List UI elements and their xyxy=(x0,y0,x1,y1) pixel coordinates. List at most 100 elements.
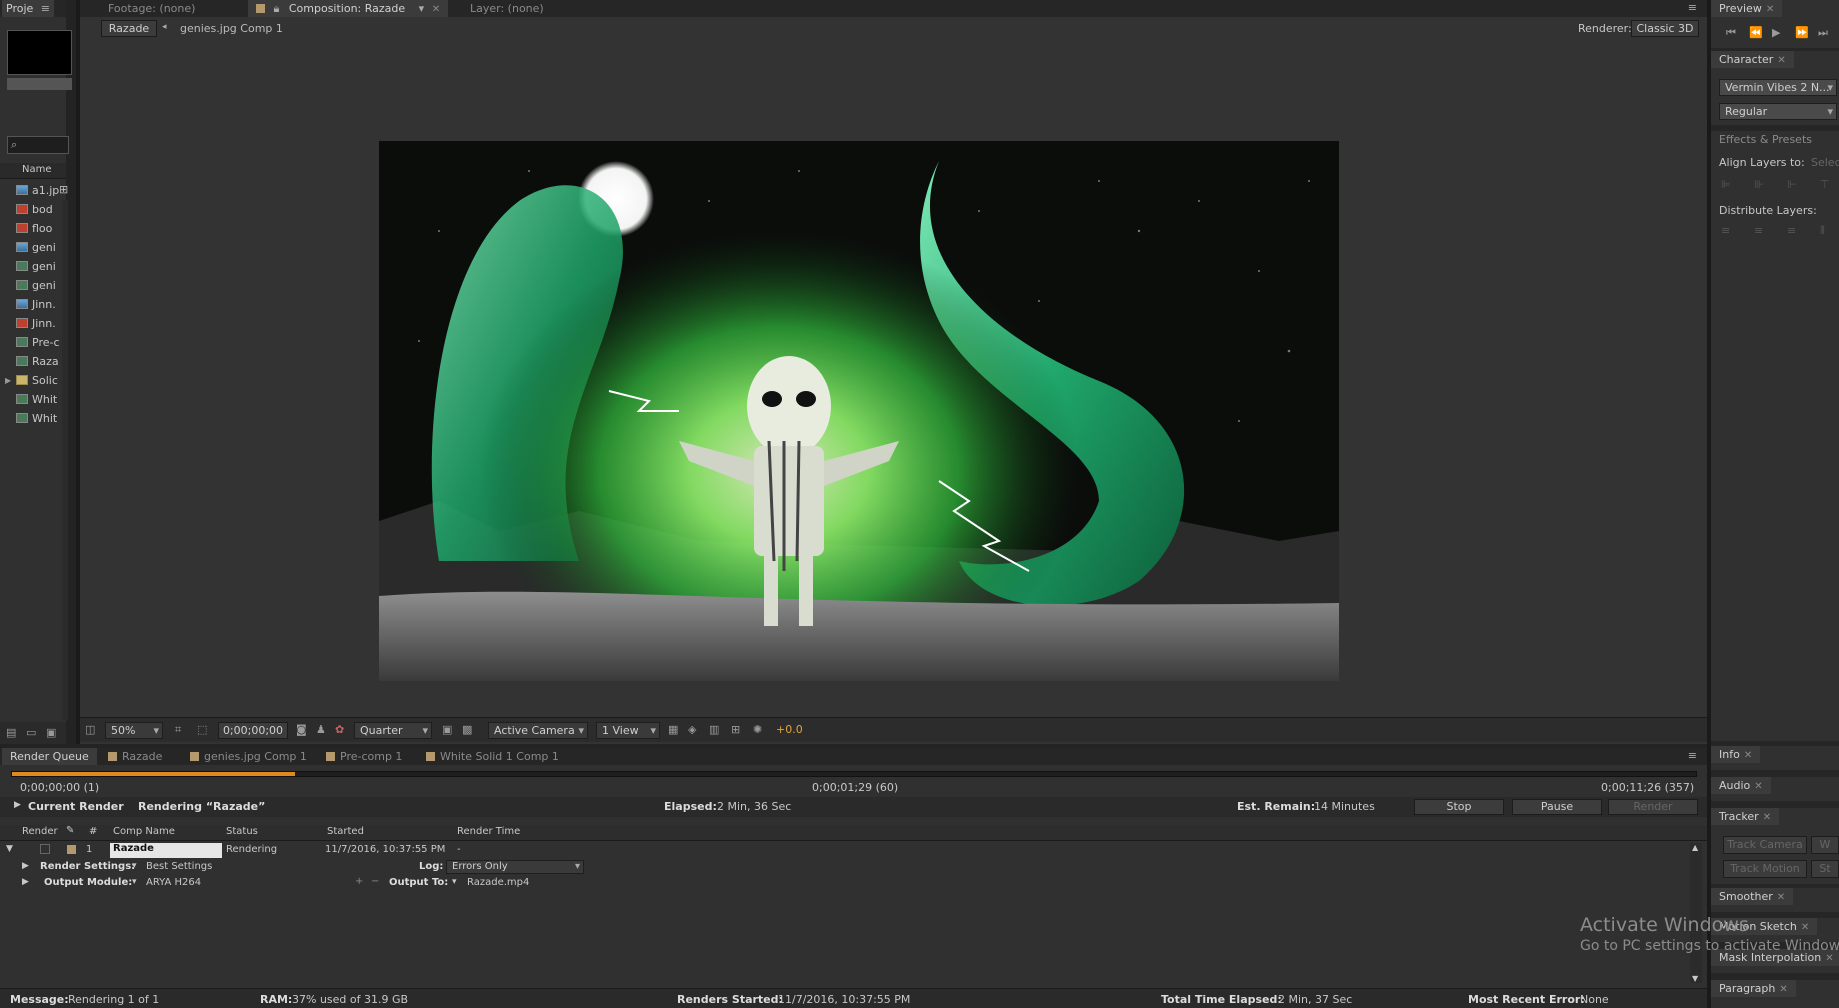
new-composition-icon[interactable]: ▣ xyxy=(46,726,56,739)
close-icon[interactable]: ✕ xyxy=(1777,55,1785,66)
col-number[interactable]: # xyxy=(89,826,97,837)
exposure-value[interactable]: +0.0 xyxy=(776,723,803,736)
flowchart-icon[interactable]: ⊞ xyxy=(731,723,740,736)
tab-preview[interactable]: Preview ✕ xyxy=(1711,0,1783,17)
project-list-item[interactable]: Whit xyxy=(16,411,57,427)
align-top-icon[interactable]: ⊤ xyxy=(1820,178,1830,191)
color-channels-icon[interactable]: ✿ xyxy=(335,723,344,736)
reset-exposure-icon[interactable]: ✺ xyxy=(753,723,762,736)
align-target-dropdown[interactable]: Selec xyxy=(1811,156,1839,169)
project-scrollbar[interactable] xyxy=(62,200,68,720)
col-started[interactable]: Started xyxy=(327,826,364,837)
col-status[interactable]: Status xyxy=(226,826,258,837)
new-folder-icon[interactable]: ▭ xyxy=(26,726,36,739)
tab-character[interactable]: Character ✕ xyxy=(1711,51,1794,68)
project-list-item[interactable]: Jinn. xyxy=(16,316,56,332)
renderer-button[interactable]: Classic 3D xyxy=(1631,20,1699,37)
expand-triangle-icon[interactable]: ▶ xyxy=(5,373,11,389)
close-icon[interactable]: ✕ xyxy=(1766,4,1774,15)
output-to-value[interactable]: Razade.mp4 xyxy=(467,877,529,888)
safe-zones-icon[interactable]: ⌗ xyxy=(175,723,181,737)
tab-timeline-genies[interactable]: genies.jpg Comp 1 xyxy=(182,748,315,765)
resolution-dropdown[interactable]: Quarter xyxy=(354,722,432,739)
close-icon[interactable]: ✕ xyxy=(1777,892,1785,903)
stop-button[interactable]: Stop xyxy=(1414,799,1504,815)
chevron-down-icon[interactable]: ▾ xyxy=(132,877,137,887)
font-family-dropdown[interactable]: Vermin Vibes 2 N... xyxy=(1719,79,1837,96)
project-list-item[interactable]: geni xyxy=(16,278,56,294)
item-comp-name[interactable]: Razade xyxy=(110,843,222,858)
panel-menu-icon[interactable]: ≡ xyxy=(1688,1,1697,14)
expand-triangle-icon[interactable]: ▶ xyxy=(14,800,21,810)
panel-menu-icon[interactable]: ≡ xyxy=(1688,749,1697,762)
tab-layer[interactable]: Layer: (none) xyxy=(462,0,552,17)
align-right-icon[interactable]: ⊩ xyxy=(1787,178,1797,191)
track-motion-button[interactable]: Track Motion xyxy=(1723,860,1807,878)
add-output-module-icon[interactable]: + xyxy=(355,876,363,887)
tab-audio[interactable]: Audio ✕ xyxy=(1711,777,1771,794)
track-camera-button[interactable]: Track Camera xyxy=(1723,836,1807,854)
timecode-field[interactable]: 0;00;00;00 xyxy=(218,722,288,739)
close-icon[interactable]: ✕ xyxy=(1779,984,1787,995)
region-of-interest-icon[interactable]: ▣ xyxy=(442,723,452,736)
close-icon[interactable]: ✕ xyxy=(1754,781,1762,792)
close-icon[interactable]: ✕ xyxy=(432,4,440,15)
tab-timeline-precomp[interactable]: Pre-comp 1 xyxy=(318,748,410,765)
show-snapshot-icon[interactable]: ♟ xyxy=(316,723,326,736)
always-preview-icon[interactable]: ◫ xyxy=(85,723,95,736)
tab-render-queue[interactable]: Render Queue xyxy=(2,748,97,765)
snapshot-camera-icon[interactable]: ◙ xyxy=(296,723,307,736)
col-render-time[interactable]: Render Time xyxy=(457,826,520,837)
font-style-dropdown[interactable]: Regular xyxy=(1719,103,1837,120)
tab-timeline-razade[interactable]: Razade xyxy=(100,748,170,765)
project-list-item[interactable]: Pre-c xyxy=(16,335,60,351)
close-icon[interactable]: ✕ xyxy=(1801,922,1809,933)
breadcrumb-razade[interactable]: Razade xyxy=(101,20,157,37)
interpret-footage-icon[interactable]: ▤ xyxy=(6,726,16,739)
expand-triangle-icon[interactable]: ▼ xyxy=(6,844,13,854)
tab-project[interactable]: Proje ≡ xyxy=(2,0,54,17)
tab-timeline-white-solid[interactable]: White Solid 1 Comp 1 xyxy=(418,748,567,765)
render-settings-value[interactable]: Best Settings xyxy=(146,861,212,872)
tab-composition[interactable]: 🔒︎ Composition: Razade ▾ ✕ xyxy=(248,0,449,17)
project-list-item[interactable]: Jinn. xyxy=(16,297,56,313)
play-icon[interactable]: ▶ xyxy=(1772,26,1780,39)
stabilize-motion-button[interactable]: St xyxy=(1811,860,1839,878)
camera-dropdown[interactable]: Active Camera xyxy=(488,722,588,739)
project-list-item[interactable]: geni xyxy=(16,240,56,256)
transparency-grid-icon[interactable]: ▩ xyxy=(462,723,472,736)
lock-icon[interactable]: 🔒︎ xyxy=(274,2,280,15)
fast-previews-icon[interactable]: ◈ xyxy=(688,723,696,736)
tab-footage[interactable]: Footage: (none) xyxy=(100,0,203,17)
warp-stabilizer-button[interactable]: W xyxy=(1811,836,1839,854)
col-comp-name[interactable]: Comp Name xyxy=(113,826,175,837)
expand-triangle-icon[interactable]: ▶ xyxy=(22,877,29,887)
zoom-dropdown[interactable]: 50% xyxy=(105,722,163,739)
close-icon[interactable]: ✕ xyxy=(1763,812,1771,823)
project-list-item[interactable]: Raza xyxy=(16,354,59,370)
log-dropdown[interactable]: Errors Only xyxy=(446,860,584,874)
composition-frame[interactable] xyxy=(379,141,1339,681)
close-icon[interactable]: ✕ xyxy=(1744,750,1752,761)
previous-frame-icon[interactable]: ⏪ xyxy=(1749,26,1763,39)
project-list-item[interactable]: geni xyxy=(16,259,56,275)
tab-tracker[interactable]: Tracker ✕ xyxy=(1711,808,1780,825)
tab-smoother[interactable]: Smoother ✕ xyxy=(1711,888,1794,905)
tab-effects-presets[interactable]: Effects & Presets xyxy=(1711,131,1820,148)
chevron-down-icon[interactable]: ▾ xyxy=(132,861,137,871)
project-search-input[interactable]: ⌕ xyxy=(7,136,69,154)
tab-info[interactable]: Info ✕ xyxy=(1711,746,1761,763)
align-left-icon[interactable]: ⊫ xyxy=(1721,178,1731,191)
align-hcenter-icon[interactable]: ⊪ xyxy=(1754,178,1764,191)
mask-visibility-icon[interactable]: ⬚ xyxy=(197,723,207,736)
render-checkbox[interactable] xyxy=(40,844,50,854)
pause-button[interactable]: Pause xyxy=(1512,799,1602,815)
scroll-down-icon[interactable]: ▼ xyxy=(1692,974,1698,983)
render-queue-scrollbar[interactable]: ▲ ▼ xyxy=(1690,843,1702,983)
flowchart-icon[interactable]: ⊞ xyxy=(59,183,68,196)
toggle-pixel-aspect-icon[interactable]: ▦ xyxy=(668,723,678,736)
timeline-icon[interactable]: ▥ xyxy=(709,723,719,736)
tab-dropdown-icon[interactable]: ▾ xyxy=(419,2,425,15)
expand-triangle-icon[interactable]: ▶ xyxy=(22,861,29,871)
last-frame-icon[interactable]: ⏭ xyxy=(1818,26,1828,40)
